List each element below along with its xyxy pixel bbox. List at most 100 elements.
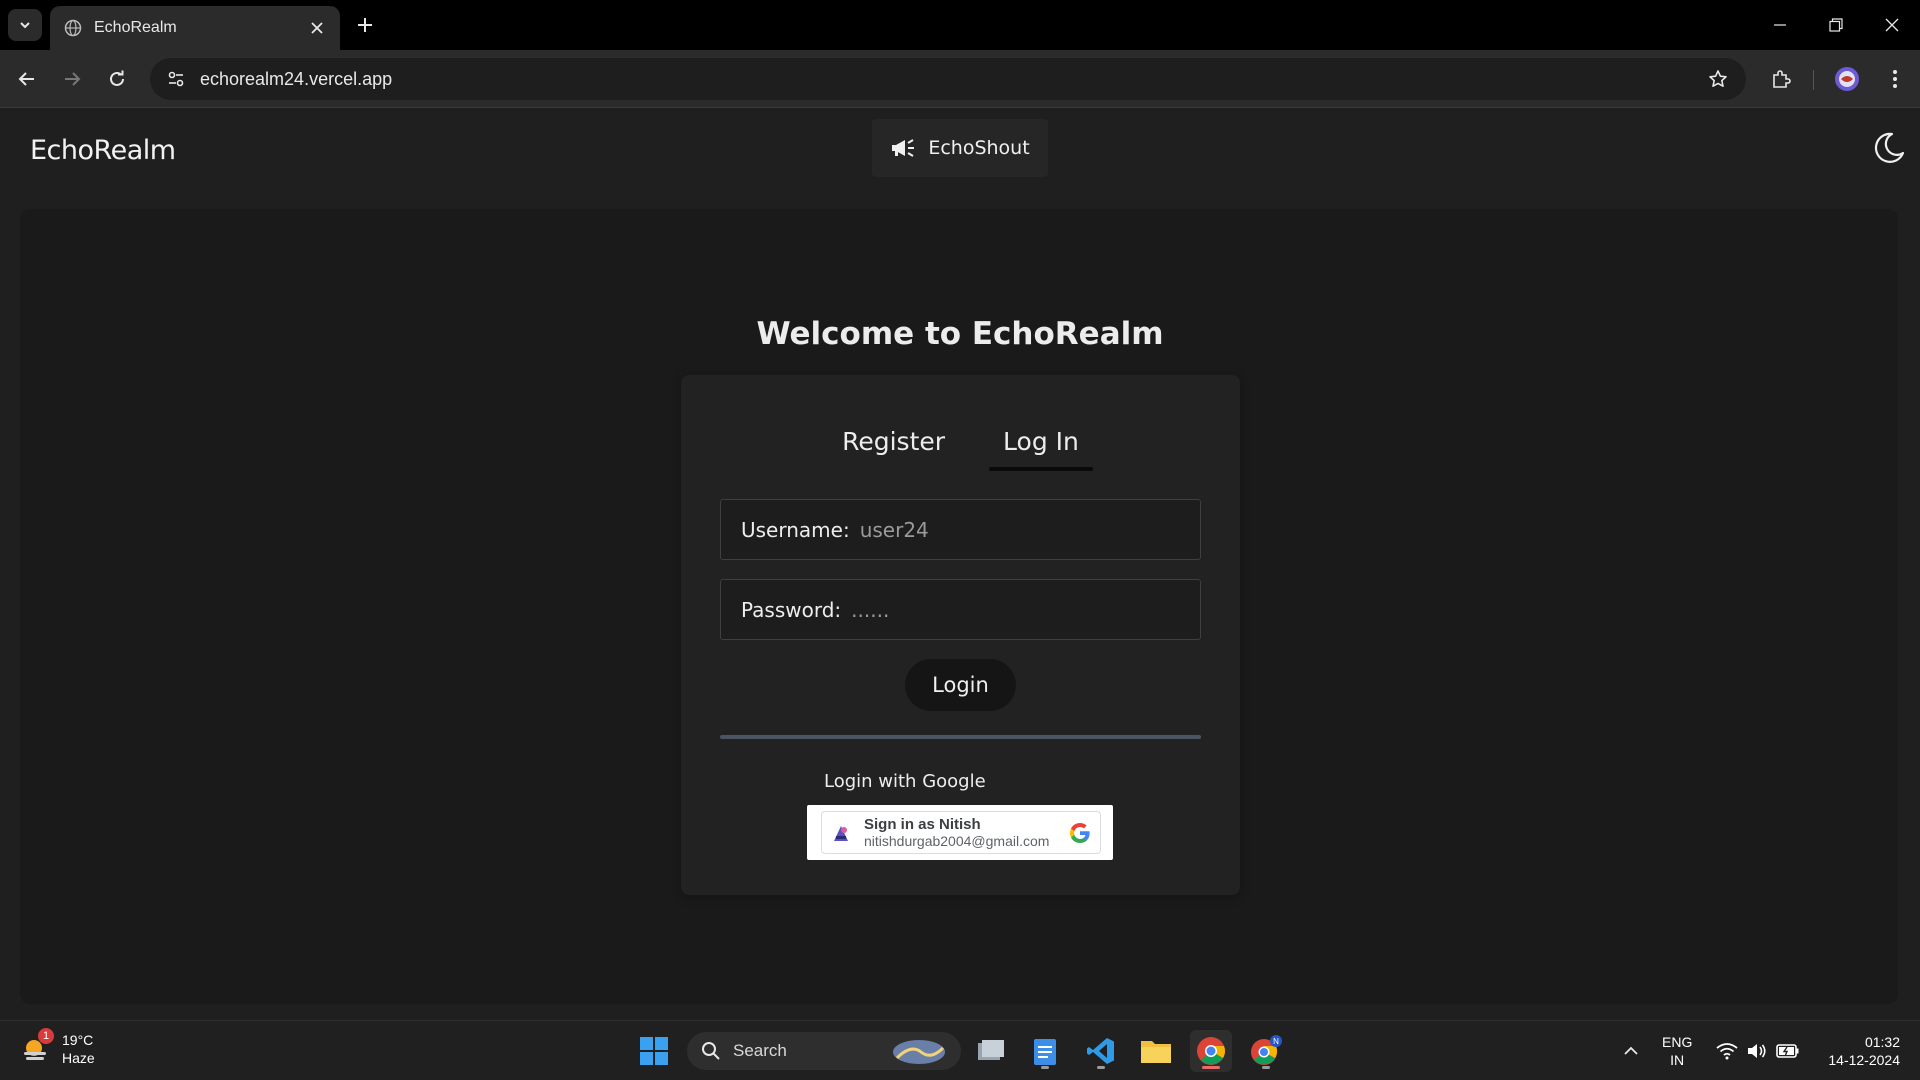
theme-toggle-button[interactable]	[1870, 129, 1908, 167]
reload-button[interactable]	[102, 64, 132, 94]
browser-tab[interactable]: EchoRealm	[50, 6, 340, 50]
moon-icon	[1874, 132, 1905, 163]
taskbar-vscode[interactable]	[1080, 1030, 1122, 1072]
web-page: EchoRealm EchoShout Welcome to EchoRealm…	[0, 109, 1920, 1020]
tab-title: EchoRealm	[94, 19, 177, 36]
arrow-left-icon	[18, 72, 34, 86]
auth-card: Register Log In Username: user24 Passwor…	[681, 375, 1240, 895]
weather-notification-badge: 1	[38, 1028, 54, 1044]
browser-tab-strip: EchoRealm	[0, 0, 1920, 50]
more-vertical-icon	[1893, 70, 1897, 88]
weather-description: Haze	[62, 1050, 95, 1066]
google-logo-icon	[1070, 822, 1090, 843]
taskbar-search-label: Search	[733, 1041, 787, 1060]
clock-time: 01:32	[1864, 1034, 1900, 1050]
google-signin-button[interactable]: Sign in as Nitish nitishdurgab2004@gmail…	[821, 811, 1101, 854]
tab-login[interactable]: Log In	[989, 425, 1093, 471]
auth-tabs: Register Log In	[681, 425, 1240, 471]
puzzle-icon	[1773, 70, 1791, 88]
region-code: IN	[1670, 1052, 1685, 1068]
google-signin-frame: Sign in as Nitish nitishdurgab2004@gmail…	[807, 805, 1113, 860]
vscode-icon	[1087, 1038, 1114, 1064]
close-icon	[1885, 18, 1899, 32]
echoshout-button[interactable]: EchoShout	[872, 119, 1048, 177]
weather-temperature: 19°C	[62, 1032, 94, 1048]
restore-button[interactable]	[1808, 0, 1864, 50]
taskbar-notepad[interactable]	[1024, 1030, 1066, 1072]
page-title: Welcome to EchoRealm	[756, 316, 1164, 352]
globe-icon	[64, 19, 82, 37]
running-indicator	[1041, 1066, 1049, 1069]
username-field[interactable]: Username: user24	[720, 499, 1201, 560]
reload-icon	[110, 70, 124, 86]
running-indicator	[1202, 1066, 1220, 1069]
password-label: Password:	[741, 597, 842, 622]
clock-date: 14-12-2024	[1828, 1052, 1900, 1068]
taskbar-chrome-profile[interactable]: N	[1245, 1030, 1287, 1072]
chevron-up-icon	[1624, 1046, 1638, 1055]
chrome-profile-icon: N	[1251, 1035, 1282, 1065]
forward-button[interactable]	[57, 64, 87, 94]
password-field[interactable]: Password: ......	[720, 579, 1201, 640]
show-hidden-icons-button[interactable]	[1611, 1030, 1651, 1072]
site-brand[interactable]: EchoRealm	[30, 135, 176, 166]
system-tray-quick-settings[interactable]	[1706, 1030, 1810, 1072]
taskbar-chrome-active[interactable]	[1190, 1030, 1232, 1072]
new-tab-button[interactable]	[352, 12, 378, 38]
weather-haze-icon: 1	[20, 1028, 54, 1066]
login-button[interactable]: Login	[905, 659, 1016, 711]
arrow-right-icon	[65, 72, 81, 86]
echoshout-label: EchoShout	[928, 137, 1030, 159]
battery-charging-icon	[1776, 1044, 1799, 1058]
minimize-icon	[1774, 24, 1786, 26]
back-button[interactable]	[12, 64, 42, 94]
site-info-icon[interactable]	[156, 58, 196, 100]
google-account-email: nitishdurgab2004@gmail.com	[864, 833, 1050, 849]
taskbar-search[interactable]: Search	[687, 1032, 961, 1070]
extensions-button[interactable]	[1766, 64, 1796, 94]
windows-logo-icon	[640, 1037, 668, 1065]
avatar-icon	[1835, 67, 1859, 91]
task-view-button[interactable]	[970, 1030, 1012, 1072]
divider	[720, 735, 1201, 739]
plus-icon	[358, 18, 372, 32]
task-view-icon	[978, 1040, 1004, 1060]
address-bar[interactable]: echorealm24.vercel.app	[150, 58, 1746, 100]
wifi-icon	[1716, 1043, 1738, 1060]
language-indicator[interactable]: ENG IN	[1662, 1033, 1692, 1069]
search-icon	[702, 1042, 720, 1060]
browser-menu-button[interactable]	[1880, 64, 1910, 94]
chevron-down-icon	[20, 22, 30, 29]
weather-widget[interactable]: 1 19°C Haze	[20, 1028, 95, 1067]
start-button[interactable]	[633, 1030, 675, 1072]
google-login-label: Login with Google	[824, 771, 986, 792]
toolbar-separator	[1813, 70, 1814, 90]
tab-register[interactable]: Register	[828, 425, 959, 465]
restore-icon	[1829, 18, 1843, 32]
google-account-name: Sign in as Nitish	[864, 816, 981, 833]
minimize-button[interactable]	[1752, 0, 1808, 50]
tab-search-button[interactable]	[8, 9, 42, 41]
username-label: Username:	[741, 517, 850, 542]
username-value[interactable]: user24	[860, 518, 929, 542]
chrome-icon	[1197, 1037, 1225, 1065]
running-indicator	[1097, 1066, 1105, 1069]
notepad-icon	[1034, 1039, 1056, 1065]
search-highlight-icon	[893, 1040, 945, 1064]
bookmark-star-icon[interactable]	[1698, 58, 1738, 100]
browser-toolbar: echorealm24.vercel.app	[0, 50, 1920, 108]
windows-taskbar: 1 19°C Haze Search N ENG IN 01:32 14-12-…	[0, 1020, 1920, 1080]
megaphone-icon	[892, 139, 915, 157]
password-value[interactable]: ......	[851, 598, 889, 622]
close-window-button[interactable]	[1864, 0, 1920, 50]
url-text[interactable]: echorealm24.vercel.app	[200, 69, 1698, 90]
profile-avatar[interactable]	[1832, 64, 1862, 94]
taskbar-clock[interactable]: 01:32 14-12-2024	[1814, 1033, 1900, 1069]
folder-icon	[1141, 1041, 1171, 1063]
taskbar-file-explorer[interactable]	[1135, 1030, 1177, 1072]
volume-icon	[1748, 1044, 1766, 1058]
avatar	[830, 821, 852, 844]
close-tab-icon[interactable]	[308, 19, 326, 37]
language-code: ENG	[1662, 1034, 1693, 1050]
running-indicator	[1262, 1066, 1270, 1069]
